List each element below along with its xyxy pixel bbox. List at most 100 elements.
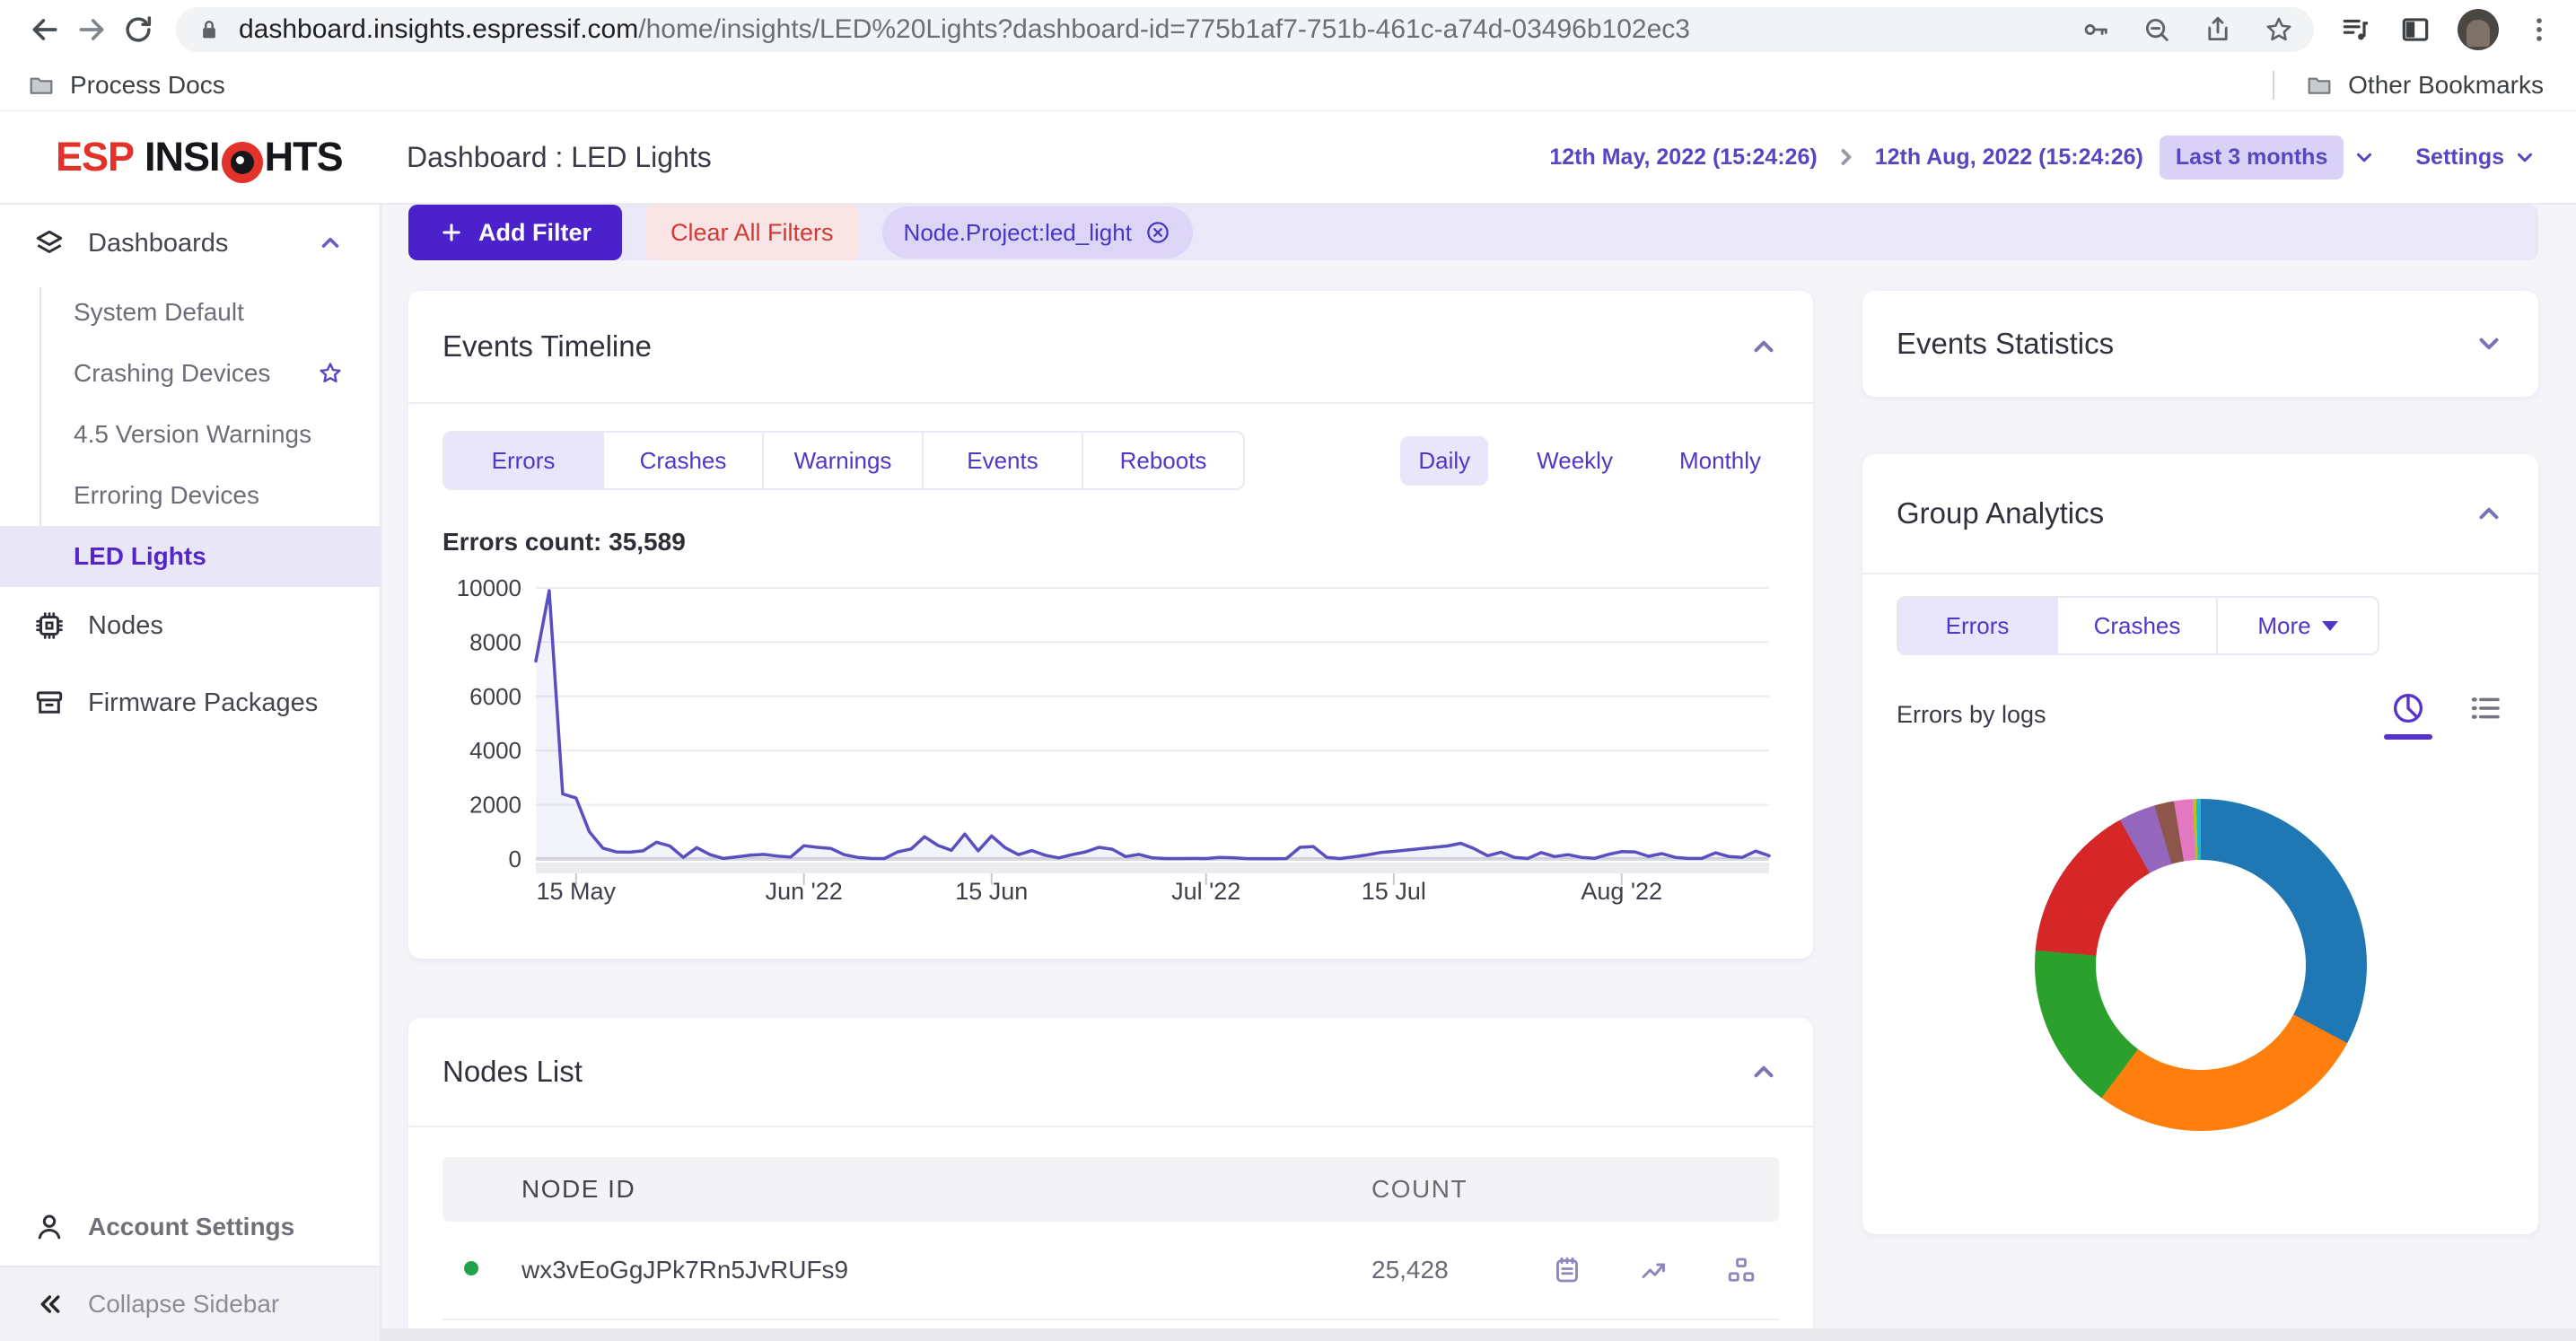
node-trend-icon[interactable] — [1638, 1254, 1670, 1286]
node-id-value[interactable]: wx3vEoGgJPk7Rn5JvRUFs9 — [521, 1256, 1371, 1284]
remove-filter-icon[interactable] — [1144, 219, 1171, 246]
clear-all-filters-label: Clear All Filters — [670, 219, 834, 247]
nodes-list-title: Nodes List — [442, 1055, 583, 1089]
event-type-tabs: Errors Crashes Warnings Events Reboots — [442, 431, 1245, 490]
bookmark-star-icon[interactable] — [2264, 14, 2294, 45]
chip-icon — [32, 609, 66, 643]
granularity-daily[interactable]: Daily — [1400, 436, 1488, 486]
chevron-down-icon — [2513, 145, 2537, 169]
settings-dropdown[interactable]: Settings — [2415, 145, 2537, 171]
svg-text:15 Jul: 15 Jul — [1362, 878, 1426, 905]
filter-chip-label: Node.Project:led_light — [904, 219, 1132, 247]
date-range-end[interactable]: 12th Aug, 2022 (15:24:26) — [1875, 145, 2143, 171]
clear-all-filters-button[interactable]: Clear All Filters — [645, 205, 859, 260]
sidebar-item-dashboards[interactable]: Dashboards — [0, 205, 380, 282]
svg-text:6000: 6000 — [469, 683, 521, 710]
events-timeline-title: Events Timeline — [442, 329, 652, 364]
logo-hts-text: HTS — [265, 134, 343, 180]
horizontal-scrollbar-track[interactable] — [381, 1328, 2576, 1341]
granularity-weekly[interactable]: Weekly — [1519, 436, 1631, 486]
tab-errors[interactable]: Errors — [1898, 598, 2058, 653]
sidebar-item-led-lights[interactable]: LED Lights — [0, 526, 380, 587]
collapse-card-icon[interactable] — [2474, 498, 2504, 529]
collapse-card-icon[interactable] — [1748, 1056, 1779, 1087]
column-count: COUNT — [1371, 1175, 1551, 1204]
sidebar-item-label: Crashing Devices — [74, 359, 317, 388]
archive-box-icon — [32, 686, 66, 720]
group-analytics-card: Group Analytics Errors Crashes More — [1862, 454, 2538, 1234]
sidebar-item-nodes[interactable]: Nodes — [0, 587, 380, 664]
events-statistics-card: Events Statistics — [1862, 291, 2538, 397]
chevron-down-icon — [2353, 145, 2376, 169]
reload-button[interactable] — [115, 6, 162, 53]
sidebar-item-system-default[interactable]: System Default — [0, 282, 380, 343]
star-icon[interactable] — [317, 360, 344, 387]
bookmark-folder-process-docs[interactable]: Process Docs — [27, 71, 225, 100]
sidebar-item-45-version-warnings[interactable]: 4.5 Version Warnings — [0, 404, 380, 465]
double-chevron-left-icon — [36, 1290, 65, 1319]
page-title: Dashboard : LED Lights — [407, 141, 712, 174]
side-panel-icon[interactable] — [2398, 13, 2432, 47]
add-filter-button[interactable]: Add Filter — [408, 205, 622, 260]
folder-icon — [27, 71, 56, 100]
forward-icon — [74, 12, 110, 48]
password-key-icon[interactable] — [2081, 14, 2111, 45]
back-button[interactable] — [22, 6, 68, 53]
layers-icon — [32, 226, 66, 260]
pie-view-toggle[interactable] — [2389, 689, 2427, 740]
tab-warnings[interactable]: Warnings — [764, 433, 924, 488]
node-report-icon[interactable] — [1551, 1254, 1583, 1286]
tab-errors[interactable]: Errors — [444, 433, 604, 488]
bookmarks-divider — [2273, 71, 2274, 100]
browser-menu-icon[interactable] — [2524, 14, 2554, 45]
sidebar-item-label: Dashboards — [88, 229, 295, 259]
node-count-value: 25,428 — [1371, 1256, 1551, 1284]
share-icon[interactable] — [2203, 14, 2233, 45]
expand-card-icon[interactable] — [2474, 329, 2504, 359]
node-status-indicator — [464, 1261, 521, 1280]
collapse-card-icon[interactable] — [1748, 331, 1779, 362]
time-range-dropdown[interactable]: Last 3 months — [2160, 136, 2376, 180]
group-analytics-title: Group Analytics — [1897, 496, 2104, 530]
node-hierarchy-icon[interactable] — [1725, 1254, 1757, 1286]
user-icon — [32, 1210, 66, 1244]
plus-icon — [439, 220, 464, 245]
sidebar-item-crashing-devices[interactable]: Crashing Devices — [0, 343, 380, 404]
sidebar-item-account-settings[interactable]: Account Settings — [0, 1188, 380, 1266]
tab-crashes[interactable]: Crashes — [604, 433, 764, 488]
granularity-monthly[interactable]: Monthly — [1661, 436, 1779, 486]
lock-icon — [196, 16, 223, 43]
online-dot-icon — [464, 1261, 478, 1275]
filter-chip-node-project[interactable]: Node.Project:led_light — [882, 206, 1193, 259]
arrow-right-icon — [1834, 145, 1859, 170]
address-bar[interactable]: dashboard.insights.espressif.com/home/in… — [176, 7, 2314, 52]
sidebar-item-label: 4.5 Version Warnings — [74, 420, 344, 449]
table-row[interactable]: wx3vEoGgJPk7Rn5JvRUFs9 25,428 — [442, 1222, 1779, 1320]
date-range-start[interactable]: 12th May, 2022 (15:24:26) — [1549, 145, 1817, 171]
tab-events[interactable]: Events — [924, 433, 1083, 488]
tab-more-label: More — [2257, 612, 2310, 640]
esp-insights-logo[interactable]: ESPINSIHTS — [0, 134, 381, 180]
sidebar-item-label: LED Lights — [74, 542, 344, 571]
tab-more[interactable]: More — [2218, 598, 2378, 653]
chevron-up-icon[interactable] — [317, 230, 344, 257]
collapse-sidebar-button[interactable]: Collapse Sidebar — [0, 1266, 380, 1341]
media-controls-icon[interactable] — [2339, 13, 2373, 47]
tab-reboots[interactable]: Reboots — [1083, 433, 1243, 488]
settings-label: Settings — [2415, 145, 2504, 171]
nodes-table-header: NODE ID COUNT — [442, 1157, 1779, 1222]
svg-text:0: 0 — [509, 846, 521, 872]
tab-crashes[interactable]: Crashes — [2058, 598, 2218, 653]
forward-button[interactable] — [68, 6, 115, 53]
other-bookmarks[interactable]: Other Bookmarks — [2305, 71, 2544, 100]
bookmarks-bar: Process Docs Other Bookmarks — [0, 59, 2576, 111]
url-path: /home/insights/LED%20Lights?dashboard-id… — [638, 14, 1690, 44]
reload-icon — [121, 13, 155, 47]
sidebar-item-firmware-packages[interactable]: Firmware Packages — [0, 664, 380, 741]
granularity-toggle: Daily Weekly Monthly — [1400, 436, 1779, 486]
list-view-toggle[interactable] — [2466, 689, 2504, 740]
svg-text:Aug '22: Aug '22 — [1581, 878, 1662, 905]
profile-avatar[interactable] — [2458, 9, 2499, 50]
sidebar-item-erroring-devices[interactable]: Erroring Devices — [0, 465, 380, 526]
zoom-out-icon[interactable] — [2142, 14, 2172, 45]
